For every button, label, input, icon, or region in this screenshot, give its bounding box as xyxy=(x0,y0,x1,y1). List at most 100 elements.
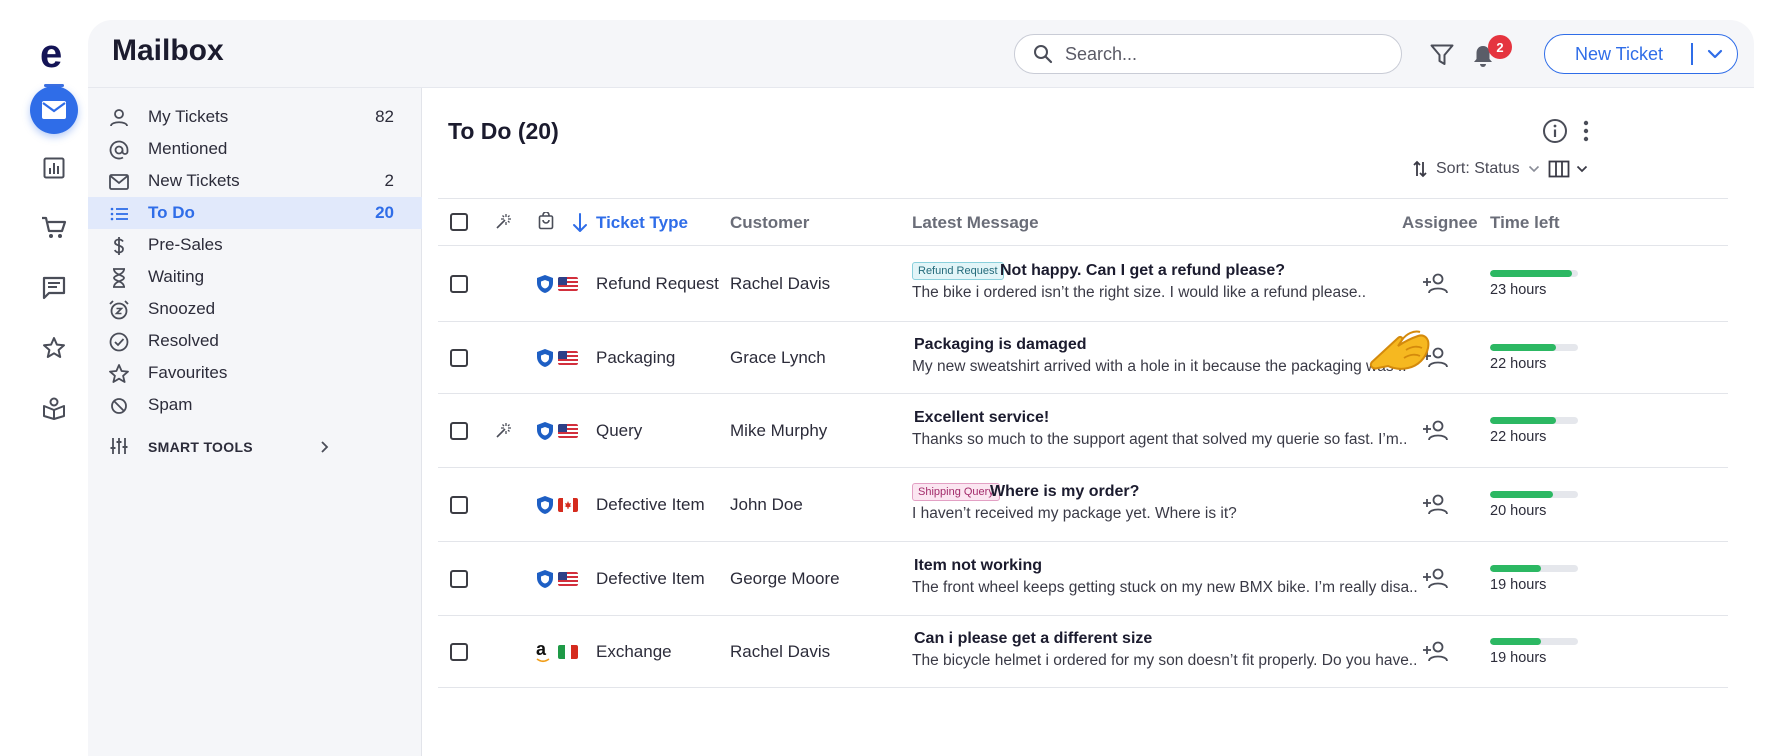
assign-user-icon[interactable] xyxy=(1422,640,1450,664)
nav-item-resolved[interactable]: Resolved xyxy=(88,325,422,357)
nav-label: Favourites xyxy=(148,363,228,382)
rail-star-button[interactable] xyxy=(30,324,78,372)
ticket-type: Refund Request xyxy=(596,274,719,293)
rail-cart-button[interactable] xyxy=(30,204,78,252)
table-row[interactable]: Refund Request Rachel Davis Refund Request… xyxy=(438,246,1728,322)
nav-item-to-do[interactable]: To Do 20 xyxy=(88,197,422,229)
column-ticket-type[interactable]: Ticket Type xyxy=(596,213,688,233)
time-left-progress xyxy=(1490,565,1578,572)
select-all-checkbox[interactable] xyxy=(450,213,468,231)
column-time-left[interactable]: Time left xyxy=(1490,213,1560,233)
search-box[interactable] xyxy=(1014,34,1402,74)
nav-label: Resolved xyxy=(148,331,219,350)
new-ticket-button[interactable]: New Ticket xyxy=(1544,34,1738,74)
rail-reports-button[interactable] xyxy=(30,144,78,192)
nav-item-pre-sales[interactable]: Pre-Sales xyxy=(88,229,422,261)
row-checkbox[interactable] xyxy=(450,349,468,367)
smart-tools-toggle[interactable]: SMART TOOLS xyxy=(88,432,422,460)
sort-desc-arrow-icon[interactable] xyxy=(572,213,588,233)
row-checkbox[interactable] xyxy=(450,570,468,588)
hourglass-icon xyxy=(113,268,125,288)
star-outline-icon xyxy=(109,364,129,383)
flag-it-icon xyxy=(558,645,578,659)
row-checkbox[interactable] xyxy=(450,643,468,661)
app-window: e Mailbox 2 xyxy=(0,0,1768,756)
sort-dropdown[interactable]: Sort: Status xyxy=(1412,160,1540,178)
table-row[interactable]: Packaging Grace Lynch Packaging is damaged… xyxy=(438,322,1728,394)
nav-item-waiting[interactable]: Waiting xyxy=(88,261,422,293)
message-preview[interactable]: My new sweatshirt arrived with a hole in… xyxy=(912,358,1407,376)
shield-icon xyxy=(537,275,553,293)
filter-icon[interactable] xyxy=(1430,44,1454,66)
message-preview[interactable]: Thanks so much to the support agent that… xyxy=(912,431,1407,449)
assign-user-icon[interactable] xyxy=(1422,567,1450,591)
message-title[interactable]: Not happy. Can I get a refund please? xyxy=(1000,262,1285,280)
bag-icon[interactable] xyxy=(538,212,554,230)
ticket-list-panel: To Do (20) Sort: Status Ticket Type Cust… xyxy=(422,88,1754,756)
star-icon xyxy=(43,337,65,358)
top-header: Mailbox 2 New Ticket xyxy=(88,20,1754,88)
search-input[interactable] xyxy=(1065,41,1385,67)
nav-item-new-tickets[interactable]: New Tickets 2 xyxy=(88,165,422,197)
nav-item-spam[interactable]: Spam xyxy=(88,389,422,421)
assign-user-icon[interactable] xyxy=(1422,493,1450,517)
row-checkbox[interactable] xyxy=(450,496,468,514)
nav-item-favourites[interactable]: Favourites xyxy=(88,357,422,389)
flag-us-icon xyxy=(558,572,578,586)
message-title[interactable]: Packaging is damaged xyxy=(914,336,1087,354)
table-row[interactable]: Query Mike Murphy Excellent service! Thanks… xyxy=(438,394,1728,468)
rail-knowledge-button[interactable] xyxy=(30,384,78,432)
customer-name: Rachel Davis xyxy=(730,274,831,293)
shield-icon xyxy=(537,570,553,588)
ticket-type: Query xyxy=(596,421,643,440)
column-latest-message[interactable]: Latest Message xyxy=(912,213,1039,233)
chevron-down-icon xyxy=(1576,165,1588,173)
nav-label: Mentioned xyxy=(148,139,228,158)
message-title[interactable]: Can i please get a different size xyxy=(914,630,1152,648)
flag-us-icon xyxy=(558,351,578,365)
message-title[interactable]: Where is my order? xyxy=(990,483,1139,501)
columns-button[interactable] xyxy=(1548,160,1588,178)
column-assignee[interactable]: Assignee xyxy=(1402,213,1478,233)
time-left-progress xyxy=(1490,270,1578,277)
nav-item-my-tickets[interactable]: My Tickets 82 xyxy=(88,101,422,133)
nav-label: Pre-Sales xyxy=(148,235,223,254)
time-left-progress xyxy=(1490,491,1578,498)
nav-item-snoozed[interactable]: Snoozed xyxy=(88,293,422,325)
smart-tools-label: SMART TOOLS xyxy=(148,439,253,455)
nav-label: Spam xyxy=(148,395,193,414)
assign-user-icon[interactable] xyxy=(1422,272,1450,296)
new-ticket-label: New Ticket xyxy=(1575,43,1664,64)
time-left-progress-fill xyxy=(1490,565,1542,572)
new-ticket-dropdown[interactable] xyxy=(1693,49,1738,59)
time-left-progress xyxy=(1490,344,1578,351)
magic-wand-icon[interactable] xyxy=(494,213,512,231)
row-checkbox[interactable] xyxy=(450,422,468,440)
columns-icon xyxy=(1548,160,1570,178)
message-preview[interactable]: The bicycle helmet i ordered for my son … xyxy=(912,652,1417,670)
rail-chat-button[interactable] xyxy=(30,264,78,312)
rail-mail-button[interactable] xyxy=(30,86,78,134)
nav-item-mentioned[interactable]: Mentioned xyxy=(88,133,422,165)
more-vertical-icon[interactable] xyxy=(1582,120,1590,142)
time-left-text: 19 hours xyxy=(1490,577,1547,593)
message-preview[interactable]: The bike i ordered isn’t the right size.… xyxy=(912,284,1366,302)
message-tag: Shipping Query xyxy=(912,483,1000,501)
person-icon xyxy=(110,109,128,127)
info-icon[interactable] xyxy=(1542,118,1568,144)
message-preview[interactable]: The front wheel keeps getting stuck on m… xyxy=(912,579,1418,597)
customer-name: John Doe xyxy=(730,495,803,514)
message-preview[interactable]: I haven’t received my package yet. Where… xyxy=(912,505,1237,523)
assign-user-icon[interactable] xyxy=(1422,419,1450,443)
notification-badge: 2 xyxy=(1488,35,1512,59)
sort-label: Sort: Status xyxy=(1436,160,1520,177)
time-left-progress-fill xyxy=(1490,270,1572,277)
row-checkbox[interactable] xyxy=(450,275,468,293)
nav-label: My Tickets xyxy=(148,107,229,126)
message-title[interactable]: Excellent service! xyxy=(914,409,1049,427)
table-row[interactable]: Defective Item George Moore Item not worki… xyxy=(438,542,1728,616)
message-title[interactable]: Item not working xyxy=(914,557,1042,575)
column-customer[interactable]: Customer xyxy=(730,213,809,233)
table-row[interactable]: a Exchange Rachel Davis Can i please get a … xyxy=(438,616,1728,688)
table-row[interactable]: Defective Item John Doe Shipping Query Wher… xyxy=(438,468,1728,542)
